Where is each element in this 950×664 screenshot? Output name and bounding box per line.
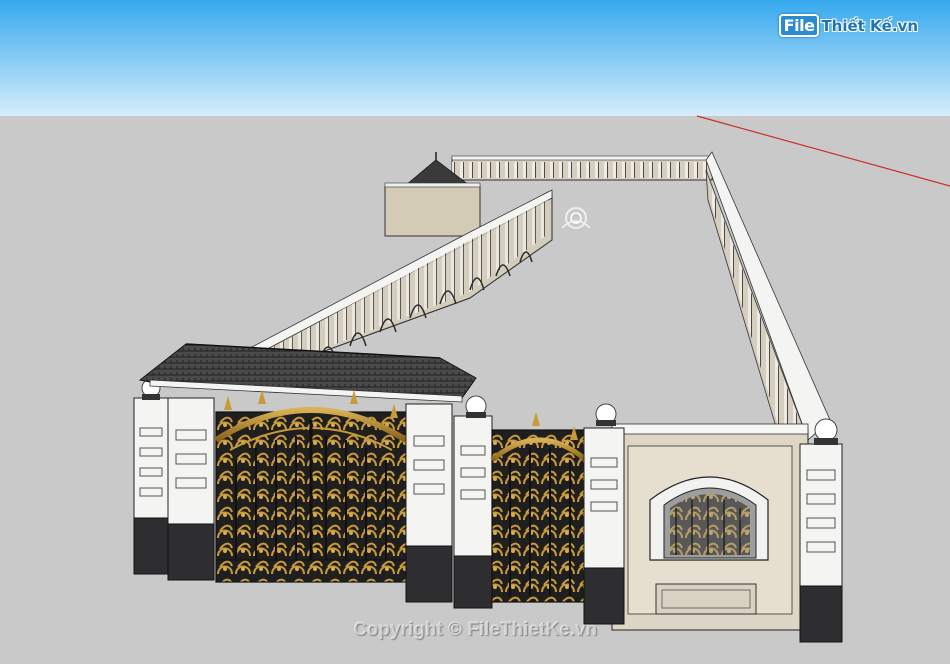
main-ornate-gate xyxy=(214,390,408,583)
pillar-middle-right xyxy=(453,395,493,609)
pillar-far-left xyxy=(133,378,169,575)
logo-text: Thiết Kế.vn xyxy=(821,16,918,35)
copyright-watermark: Copyright © FileThietKe.vn xyxy=(352,619,598,640)
pillar-corner-right xyxy=(799,418,843,643)
pillar-left-inner xyxy=(167,397,215,581)
back-wall xyxy=(451,155,713,181)
scene-3d-render xyxy=(0,0,950,664)
site-logo: File Thiết Kế.vn xyxy=(778,14,918,37)
side-ornate-gate xyxy=(490,412,588,603)
gatehouse-wall xyxy=(611,423,809,631)
pillar-middle-left xyxy=(405,403,453,603)
logo-badge: File xyxy=(778,14,820,37)
pillar-right-gatehouse xyxy=(583,403,625,625)
render-viewport: File Thiết Kế.vn Copyright © FileThietKe… xyxy=(0,0,950,664)
